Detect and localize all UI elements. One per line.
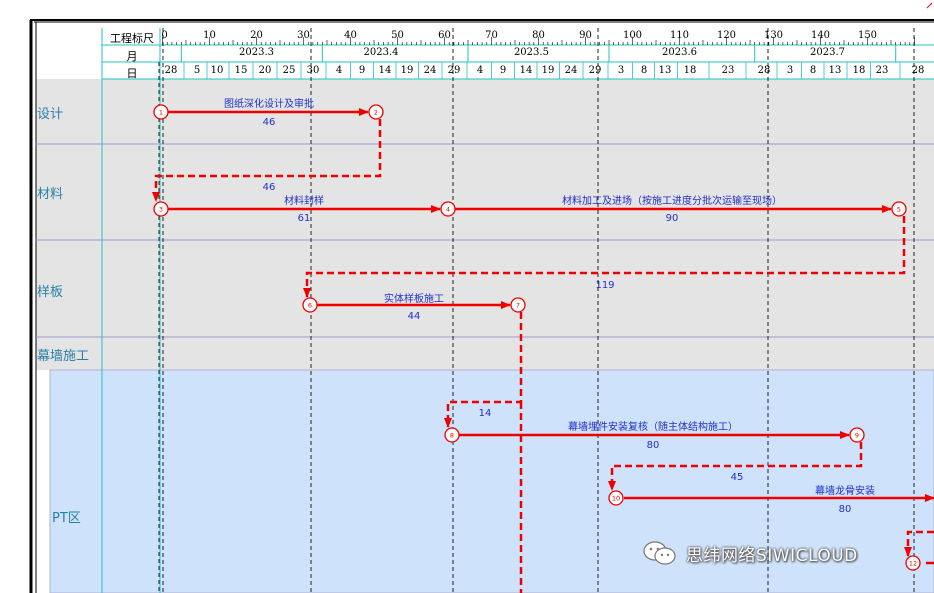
scale-tick-label: 150 <box>857 30 878 41</box>
node-1-label: 1 <box>159 109 163 117</box>
month-label: 2023.4 <box>363 47 399 58</box>
day-label: 10 <box>210 65 224 76</box>
day-label: 28 <box>757 65 771 76</box>
scale-tick-label: 130 <box>763 30 784 41</box>
row-title-sample: 样板 <box>37 285 64 300</box>
row-title-design: 设计 <box>37 107 64 122</box>
row-title-material: 材料 <box>37 187 64 202</box>
scale-tick-label: 20 <box>250 30 263 41</box>
scale-tick-label: 80 <box>532 30 545 41</box>
day-label: 28 <box>911 65 925 76</box>
scale-tick-label: 60 <box>438 30 451 41</box>
scale-tick-label: 50 <box>391 30 404 41</box>
day-label: 14 <box>378 65 392 76</box>
scale-tick-label: 30 <box>297 30 310 41</box>
day-label: 19 <box>400 65 414 76</box>
month-label: 2023.7 <box>810 47 846 58</box>
scale-tick-label: 40 <box>344 30 357 41</box>
scale-tick-label: 100 <box>622 30 643 41</box>
day-label: 29 <box>447 65 461 76</box>
link-duration-7-8: 14 <box>478 408 492 419</box>
month-label: 2023.6 <box>662 47 697 58</box>
node-10-label: 10 <box>612 495 620 503</box>
day-label: 13 <box>828 65 842 76</box>
task-label-material-sample: 材料封样 <box>284 196 324 207</box>
day-label: 3 <box>786 65 794 76</box>
day-label: 28 <box>164 65 178 76</box>
day-label: 24 <box>564 65 578 76</box>
watermark-text: 思纬网络SIWICLOUD <box>686 545 858 566</box>
day-header-label: 日 <box>126 67 138 80</box>
duration-keel-install: 80 <box>838 504 852 515</box>
duration-drawing-design: 46 <box>262 117 276 128</box>
task-label-keel-install: 幕墙龙骨安装 <box>815 486 875 497</box>
month-label: 2023.3 <box>239 47 274 58</box>
node-5-label: 5 <box>897 206 901 214</box>
day-label: 25 <box>282 65 296 76</box>
day-label: 30 <box>306 65 320 76</box>
month-label: 2023.5 <box>513 47 549 58</box>
row-title-curtain-wall: 幕墙施工 <box>37 349 90 364</box>
task-label-embedded-parts: 幕墙埋件安装复核（随主体结构施工） <box>568 422 738 433</box>
schedule-canvas: 1 23 4 56 78 91012 <box>0 0 934 593</box>
day-label: 8 <box>809 65 817 76</box>
day-label: 9 <box>358 65 366 76</box>
scale-tick-label: 90 <box>579 30 592 41</box>
duration-material-processing: 90 <box>665 213 679 224</box>
month-header-label: 月 <box>126 50 138 63</box>
day-label: 23 <box>875 65 889 76</box>
day-label: 4 <box>335 65 343 76</box>
day-label: 8 <box>640 65 648 76</box>
node-9-label: 9 <box>855 432 859 440</box>
day-label: 9 <box>499 65 507 76</box>
day-label: 15 <box>234 65 248 76</box>
day-label: 4 <box>476 65 484 76</box>
day-label: 18 <box>852 65 866 76</box>
node-8-label: 8 <box>450 432 454 440</box>
scale-tick-label: 110 <box>669 30 690 41</box>
day-label: 13 <box>658 65 672 76</box>
scale-tick-label: 120 <box>716 30 737 41</box>
upper-rows-background <box>36 79 934 370</box>
link-duration-2-3: 46 <box>262 182 276 193</box>
node-2-label: 2 <box>374 109 378 117</box>
link-duration-5-6: 119 <box>595 280 615 291</box>
task-label-material-processing: 材料加工及进场（按施工进度分批次运输至现场） <box>562 196 782 207</box>
node-12-label: 12 <box>909 560 917 568</box>
node-6-label: 6 <box>308 302 312 310</box>
day-label: 24 <box>423 65 437 76</box>
link-duration-9-10: 45 <box>730 472 744 483</box>
scale-header-label: 工程标尺 <box>110 32 154 45</box>
scale-tick-label: 70 <box>485 30 498 41</box>
task-label-physical-sample: 实体样板施工 <box>384 294 444 305</box>
node-7-label: 7 <box>516 302 520 310</box>
watermark: 思纬网络SIWICLOUD <box>642 540 858 566</box>
day-label: 3 <box>617 65 625 76</box>
duration-physical-sample: 44 <box>407 311 421 322</box>
node-4-label: 4 <box>446 206 450 214</box>
node-3-label: 3 <box>159 206 163 214</box>
day-label: 14 <box>519 65 533 76</box>
day-label: 29 <box>588 65 602 76</box>
scale-tick-label: 0 <box>161 30 168 41</box>
scale-tick-label: 10 <box>203 30 216 41</box>
task-label-drawing-design: 图纸深化设计及审批 <box>224 99 314 110</box>
day-label: 5 <box>193 65 201 76</box>
scale-tick-label: 140 <box>810 30 831 41</box>
curtain-row-background <box>36 338 934 370</box>
wechat-icon <box>643 541 676 565</box>
day-label: 23 <box>721 65 735 76</box>
day-label: 20 <box>258 65 272 76</box>
day-label: 18 <box>683 65 697 76</box>
duration-embedded-parts: 80 <box>646 440 660 451</box>
day-label: 19 <box>541 65 555 76</box>
network-schedule: 1 2 3 4 5 6 7 8 9 10 12 工程标尺 月 日 设计 材料 样板 幕墙施工 PT区… <box>0 0 934 593</box>
duration-material-sample: 61 <box>297 213 311 224</box>
row-title-pt-zone: PT区 <box>52 511 81 526</box>
